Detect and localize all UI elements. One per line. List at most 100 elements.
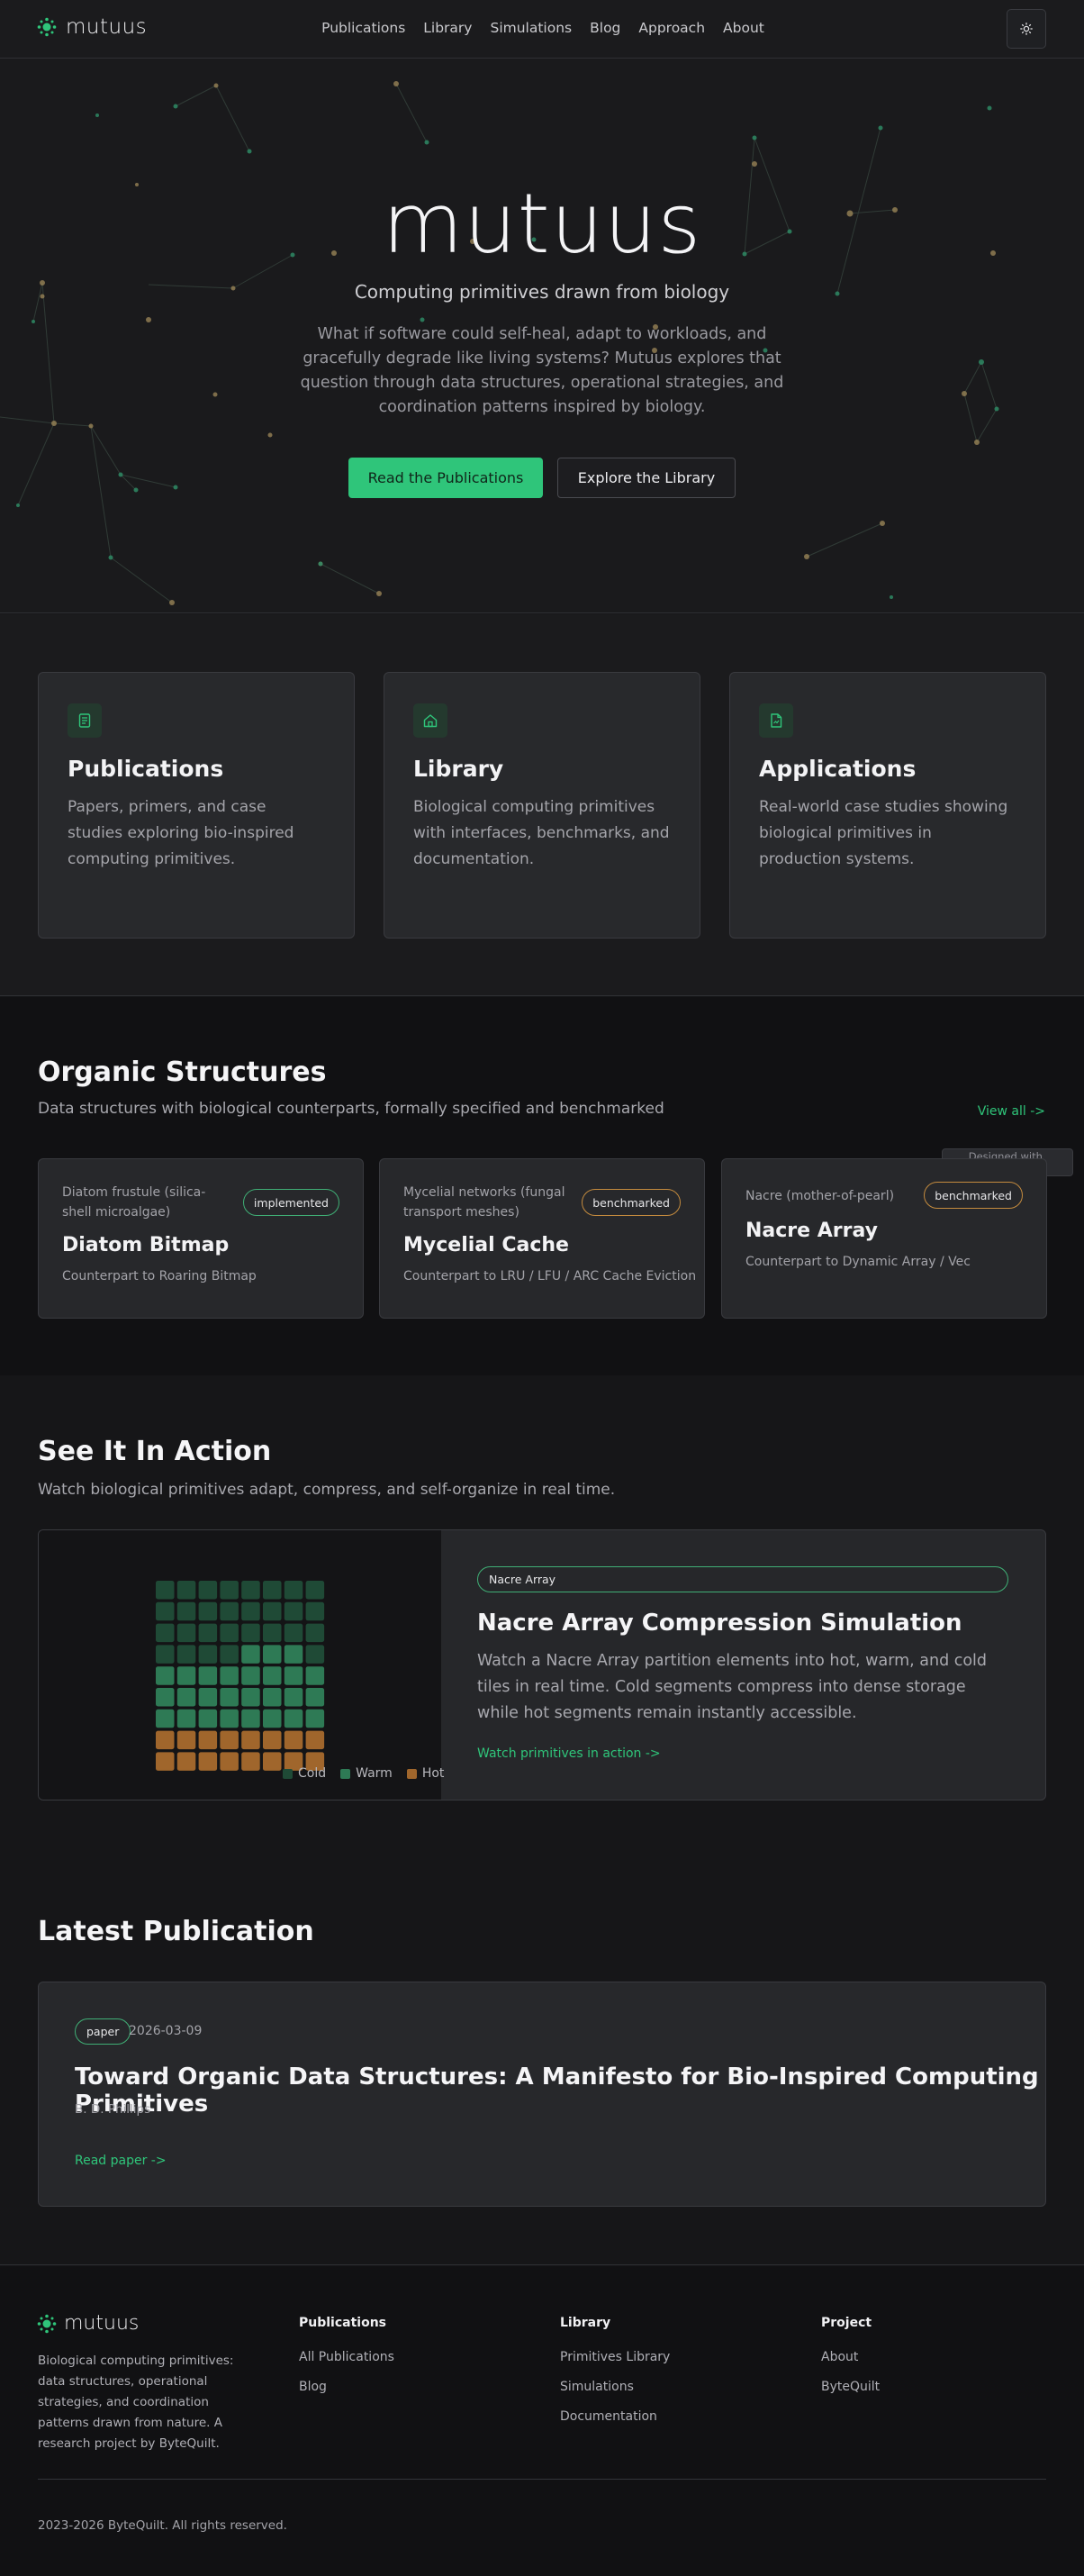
tile-cold <box>198 1645 218 1664</box>
tile-warm <box>220 1666 239 1685</box>
read-publications-button[interactable]: Read the Publications <box>348 458 543 498</box>
footer-link-all-publications[interactable]: All Publications <box>299 2350 394 2364</box>
structure-card-mycelial-cache[interactable]: Mycelial networks (fungal transport mesh… <box>379 1158 705 1319</box>
tile-warm <box>284 1709 303 1728</box>
tile-cold <box>176 1601 196 1621</box>
tile-cold <box>176 1581 196 1600</box>
organism-label: Nacre (mother-of-pearl) <box>745 1189 895 1203</box>
structure-card-diatom-bitmap[interactable]: Diatom frustule (silica-shell microalgae… <box>38 1158 364 1319</box>
tile-warm <box>305 1688 325 1707</box>
tile-hot <box>198 1730 218 1750</box>
latest-publication-section: Latest Publication paper 2026-03-09 Towa… <box>0 1862 1084 2265</box>
footer-column-heading: Publications <box>299 2316 387 2330</box>
tile-cold <box>220 1645 239 1664</box>
tile-hot <box>198 1752 218 1771</box>
tile-warm <box>241 1688 260 1707</box>
tile-warm <box>198 1666 218 1685</box>
feature-card-library[interactable]: Library Biological computing primitives … <box>384 672 700 939</box>
footer-column-library: Library Primitives Library Simulations D… <box>560 2316 670 2439</box>
tile-warm <box>284 1666 303 1685</box>
nav-link-publications[interactable]: Publications <box>321 20 405 36</box>
tile-warm <box>241 1666 260 1685</box>
nav-links: Publications Library Simulations Blog Ap… <box>0 20 1084 36</box>
explore-library-button[interactable]: Explore the Library <box>557 458 736 498</box>
legend-swatch-cold <box>283 1768 293 1779</box>
tile-warm <box>241 1645 260 1664</box>
tile-hot <box>220 1752 239 1771</box>
feature-card-publications[interactable]: Publications Papers, primers, and case s… <box>38 672 355 939</box>
footer-link-primitives-library[interactable]: Primitives Library <box>560 2350 670 2364</box>
footer-link-about[interactable]: About <box>821 2350 880 2364</box>
publication-card[interactable]: paper 2026-03-09 Toward Organic Data Str… <box>38 1982 1046 2207</box>
read-paper-link[interactable]: Read paper -> <box>75 2154 167 2168</box>
nav-link-about[interactable]: About <box>723 20 764 36</box>
publication-date: 2026-03-09 <box>129 2024 203 2038</box>
structure-name: Diatom Bitmap <box>62 1234 230 1256</box>
nav-link-simulations[interactable]: Simulations <box>490 20 572 36</box>
legend-item-warm: Warm <box>340 1766 393 1781</box>
tile-cold <box>198 1601 218 1621</box>
section-title: Organic Structures <box>38 1057 327 1088</box>
tile-warm <box>263 1709 282 1728</box>
tile-hot <box>176 1730 196 1750</box>
feature-card-applications[interactable]: Applications Real-world case studies sho… <box>729 672 1046 939</box>
nav-link-library[interactable]: Library <box>423 20 472 36</box>
tile-warm <box>220 1709 239 1728</box>
tile-warm <box>263 1645 282 1664</box>
status-badge: implemented <box>242 1189 339 1216</box>
tile-cold <box>220 1623 239 1643</box>
simulation-demo-card[interactable]: Cold Warm Hot Nacre Array Nacre Array Co… <box>38 1529 1046 1800</box>
tile-cold <box>241 1623 260 1643</box>
tile-hot <box>241 1752 260 1771</box>
organism-label: Mycelial networks (fungal transport mesh… <box>403 1185 565 1220</box>
tile-hot <box>263 1730 282 1750</box>
tile-cold <box>305 1623 325 1643</box>
simulation-legend: Cold Warm Hot <box>283 1766 444 1781</box>
counterpart-label: Counterpart to Roaring Bitmap <box>62 1269 257 1283</box>
tile-warm <box>305 1709 325 1728</box>
publication-type-badge: paper <box>75 2018 131 2045</box>
copyright-text: 2023-2026 ByteQuilt. All rights reserved… <box>38 2518 287 2533</box>
nav-link-approach[interactable]: Approach <box>638 20 705 36</box>
primitive-pill: Nacre Array <box>477 1566 1008 1592</box>
view-all-link[interactable]: View all -> <box>978 1104 1045 1119</box>
watch-primitives-link[interactable]: Watch primitives in action -> <box>477 1746 661 1761</box>
theme-toggle-button[interactable] <box>1007 9 1046 49</box>
tile-warm <box>263 1666 282 1685</box>
footer: mutuus Biological computing primitives: … <box>0 2266 1084 2576</box>
structure-name: Nacre Array <box>745 1220 878 1242</box>
legend-item-hot: Hot <box>406 1766 445 1781</box>
tile-warm <box>263 1688 282 1707</box>
legend-swatch-hot <box>406 1768 417 1779</box>
tile-cold <box>263 1581 282 1600</box>
tile-cold <box>305 1645 325 1664</box>
footer-link-simulations[interactable]: Simulations <box>560 2380 670 2394</box>
simulation-canvas: Cold Warm Hot <box>39 1530 444 1800</box>
hero-section: mutuus Computing primitives drawn from b… <box>0 59 1084 613</box>
section-subtitle: Data structures with biological counterp… <box>38 1100 664 1118</box>
structure-card-nacre-array[interactable]: Nacre (mother-of-pearl) benchmarked Nacr… <box>721 1158 1047 1319</box>
feature-title: Applications <box>759 756 917 782</box>
footer-link-blog[interactable]: Blog <box>299 2380 394 2394</box>
footer-brand-name: mutuus <box>64 2312 140 2335</box>
footer-link-documentation[interactable]: Documentation <box>560 2409 670 2424</box>
tile-cold <box>284 1581 303 1600</box>
tile-warm <box>176 1666 196 1685</box>
hero-description: What if software could self-heal, adapt … <box>300 325 784 416</box>
nav-link-blog[interactable]: Blog <box>590 20 620 36</box>
structure-name: Mycelial Cache <box>403 1234 569 1256</box>
footer-divider <box>38 2479 1046 2480</box>
tile-cold <box>220 1581 239 1600</box>
feature-title: Publications <box>68 756 224 782</box>
footer-brand[interactable]: mutuus <box>37 2312 139 2335</box>
tile-hot <box>284 1730 303 1750</box>
organic-structures-section: Organic Structures Data structures with … <box>0 997 1084 1375</box>
tile-cold <box>284 1601 303 1621</box>
footer-link-bytequilt[interactable]: ByteQuilt <box>821 2380 880 2394</box>
legend-label-warm: Warm <box>356 1766 393 1781</box>
section-subtitle: Watch biological primitives adapt, compr… <box>38 1481 616 1499</box>
legend-label-hot: Hot <box>421 1766 445 1781</box>
sun-icon <box>1020 23 1033 35</box>
hero-title: mutuus <box>382 176 702 272</box>
tile-cold <box>156 1601 175 1621</box>
